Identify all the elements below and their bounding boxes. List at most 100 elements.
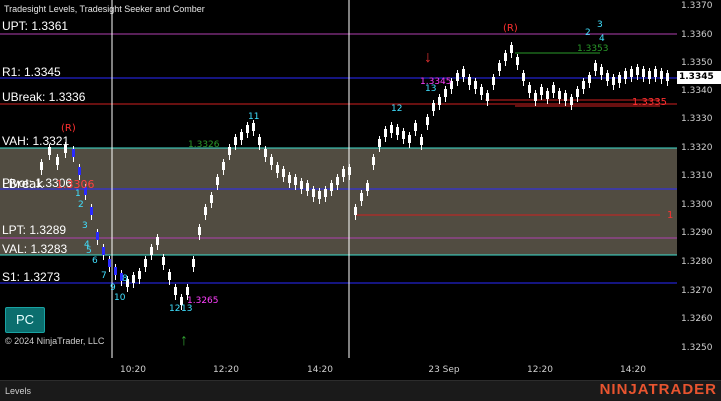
candle-body xyxy=(40,162,43,170)
seeker-count-label: 9 xyxy=(110,283,116,293)
price-tick-label: 1.3340 xyxy=(681,86,713,96)
candle-body xyxy=(618,75,621,83)
time-tick-label: 12:20 xyxy=(213,365,239,375)
candle-body xyxy=(56,157,59,165)
red-price-tag: 1.3335 xyxy=(632,97,667,108)
level-label: VAL: 1.3283 xyxy=(2,242,68,256)
time-tick-label: 23 Sep xyxy=(428,365,460,375)
time-tick-label: 12:20 xyxy=(527,365,553,375)
candle-body xyxy=(132,275,135,283)
candle-body xyxy=(486,93,489,101)
candle-body xyxy=(228,147,231,155)
candle-body xyxy=(402,131,405,139)
candle-body xyxy=(336,177,339,185)
level-label: UBreak: 1.3336 xyxy=(2,90,86,104)
seeker-count-label: 3 xyxy=(597,20,603,30)
candle-body xyxy=(312,189,315,197)
candle-body xyxy=(570,97,573,105)
candle-body xyxy=(72,149,75,157)
candle-body xyxy=(576,89,579,97)
candle-body xyxy=(234,137,237,145)
candle-body xyxy=(564,93,567,101)
price-tick-label: 1.3320 xyxy=(681,143,713,153)
price-chart[interactable] xyxy=(0,0,677,358)
candle-body xyxy=(306,183,309,191)
candle-body xyxy=(252,123,255,131)
candle-body xyxy=(192,259,195,267)
candle-body xyxy=(588,75,591,83)
seeker-count-label: 13 xyxy=(181,304,193,314)
candle-body xyxy=(498,63,501,71)
price-tick-label: 1.3370 xyxy=(681,1,713,11)
value-area-box xyxy=(0,148,677,255)
candle-body xyxy=(222,162,225,170)
candle-body xyxy=(186,287,189,295)
candle-body xyxy=(360,193,363,201)
levels-tab[interactable]: Levels xyxy=(5,386,31,396)
time-tick-label: 14:20 xyxy=(620,365,646,375)
time-axis[interactable]: 10:20 12:20 14:20 23 Sep 12:20 14:20 xyxy=(0,358,677,380)
seeker-annotation-1: 1.3326 xyxy=(188,140,220,150)
candle-body xyxy=(552,85,555,93)
price-tick-label: 1.3360 xyxy=(681,30,713,40)
reversal-marker-2: (R) xyxy=(503,23,518,34)
candle-body xyxy=(474,81,477,89)
pc-button[interactable]: PC xyxy=(5,307,45,333)
candle-body xyxy=(300,181,303,189)
seeker-count-label: 13 xyxy=(425,84,437,94)
candle-body xyxy=(528,85,531,93)
candle-body xyxy=(330,183,333,191)
candle-body xyxy=(456,73,459,81)
candle-body xyxy=(444,89,447,97)
candle-body xyxy=(432,103,435,111)
candle-body xyxy=(108,259,111,267)
seeker-count-label: 12 xyxy=(169,304,181,314)
seeker-count-label: 6 xyxy=(92,256,98,266)
candle-body xyxy=(324,189,327,197)
price-tick-label: 1.3280 xyxy=(681,257,713,267)
candle-body xyxy=(294,177,297,185)
candle-body xyxy=(636,67,639,75)
candle-body xyxy=(390,125,393,133)
candle-body xyxy=(240,132,243,140)
reversal-marker-1: (R) xyxy=(61,123,76,134)
candle-body xyxy=(504,53,507,61)
candle-body xyxy=(138,271,141,279)
level-label: UPT: 1.3361 xyxy=(2,19,69,33)
seeker-count-label: 8 xyxy=(122,274,128,284)
time-tick-label: 14:20 xyxy=(307,365,333,375)
candle-body xyxy=(516,57,519,65)
seeker-count-label: 2 xyxy=(585,28,591,38)
price-axis[interactable]: 1.3370 1.3360 1.3350 1.3340 1.3330 1.3320 1.33… xyxy=(677,0,721,358)
candle-body xyxy=(90,207,93,215)
candle-body xyxy=(378,139,381,147)
candle-body xyxy=(162,257,165,265)
level-label: R1: 1.3345 xyxy=(2,65,61,79)
candle-body xyxy=(546,91,549,99)
candle-body xyxy=(654,69,657,77)
candle-body xyxy=(96,232,99,240)
candle-body xyxy=(168,272,171,280)
candle-body xyxy=(150,247,153,255)
candle-body xyxy=(648,71,651,79)
candle-body xyxy=(534,93,537,101)
candle-body xyxy=(624,71,627,79)
candle-body xyxy=(156,237,159,245)
copyright-text: © 2024 NinjaTrader, LLC xyxy=(5,336,105,346)
seeker-count-label: 7 xyxy=(101,271,107,281)
candle-body xyxy=(342,169,345,177)
candle-body xyxy=(372,157,375,165)
price-tick-label: 1.3290 xyxy=(681,228,713,238)
candle-body xyxy=(492,77,495,85)
footer-bar: Levels NINJATRADER xyxy=(0,380,721,401)
candle-body xyxy=(426,117,429,125)
candle-body xyxy=(606,73,609,81)
candle-body xyxy=(270,157,273,165)
level-label: LPT: 1.3289 xyxy=(2,223,67,237)
candle-body xyxy=(522,73,525,81)
candle-body xyxy=(78,167,81,175)
candle-body xyxy=(276,165,279,173)
seeker-count-label: 10 xyxy=(114,293,126,303)
candle-body xyxy=(600,67,603,75)
candle-body xyxy=(144,259,147,267)
